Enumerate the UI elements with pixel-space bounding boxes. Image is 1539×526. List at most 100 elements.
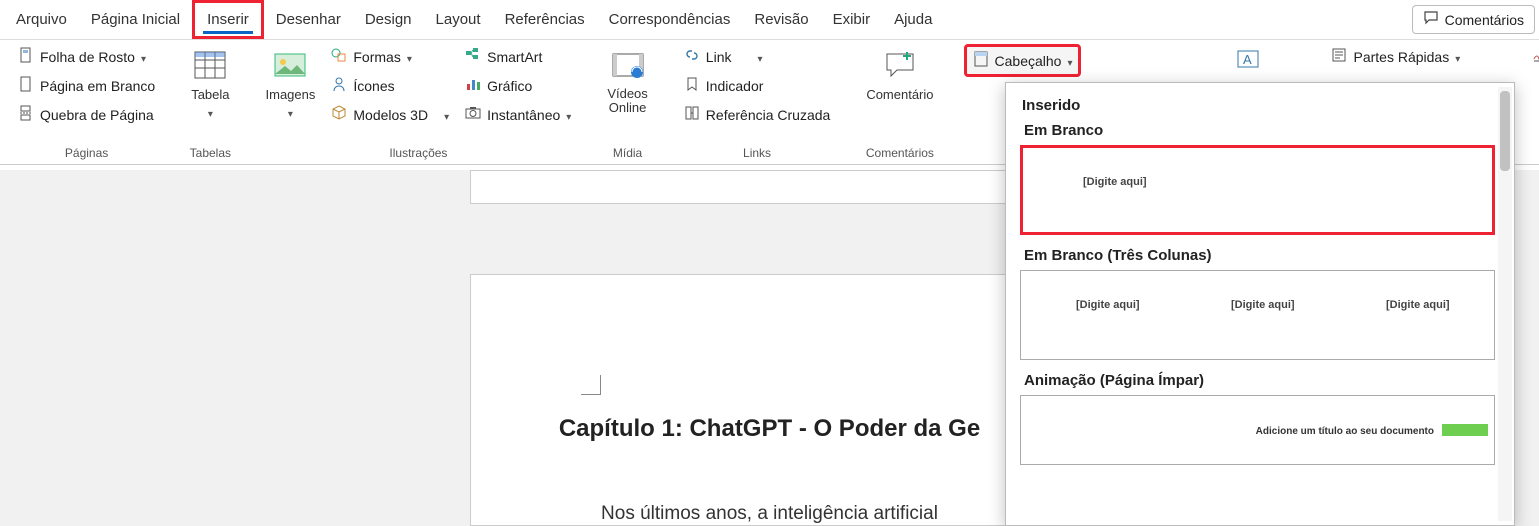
gallery-blank3-title: Em Branco (Três Colunas) — [1024, 247, 1502, 264]
video-icon — [611, 48, 645, 85]
svg-text:A: A — [1243, 52, 1252, 67]
bookmark-button[interactable]: Indicador — [678, 73, 837, 98]
header-gallery: Inserido Em Branco [Digite aqui] Em Bran… — [1005, 82, 1515, 526]
gallery-scrollbar[interactable] — [1498, 87, 1512, 521]
quick-parts-label: Partes Rápidas — [1353, 49, 1449, 65]
document-page-prev[interactable] — [470, 170, 1070, 204]
link-icon — [684, 47, 700, 66]
chevron-down-icon — [1455, 49, 1460, 65]
icons-button[interactable]: Ícones — [325, 73, 455, 98]
gallery-blank3-placeholder-1: [Digite aqui] — [1076, 299, 1140, 311]
page-break-button[interactable]: Quebra de Página — [12, 102, 161, 127]
group-illustrations: Imagens Formas Ícones Modelos 3D — [254, 44, 584, 164]
screenshot-button[interactable]: Instantâneo — [459, 102, 577, 127]
tab-layout[interactable]: Layout — [424, 3, 493, 36]
link-label: Link — [706, 49, 732, 65]
bookmark-icon — [684, 76, 700, 95]
gallery-option-anim[interactable]: Adicione um título ao seu documento — [1020, 395, 1495, 465]
gallery-anim-accent-bar — [1442, 424, 1488, 436]
models3d-button[interactable]: Modelos 3D — [325, 102, 455, 127]
tab-design[interactable]: Design — [353, 3, 424, 36]
comment-label: Comentário — [866, 87, 933, 102]
table-label: Tabela — [191, 87, 229, 102]
crossref-label: Referência Cruzada — [706, 107, 831, 123]
chevron-down-icon — [407, 49, 412, 65]
shapes-label: Formas — [353, 49, 400, 65]
cover-page-button[interactable]: Folha de Rosto — [12, 44, 161, 69]
table-button[interactable]: Tabela — [185, 44, 235, 124]
icons-icon — [331, 76, 347, 95]
online-videos-button[interactable]: Vídeos Online — [601, 44, 653, 120]
group-media-label: Mídia — [601, 144, 653, 164]
page-break-icon — [18, 105, 34, 124]
gallery-option-blank3[interactable]: [Digite aqui] [Digite aqui] [Digite aqui… — [1020, 270, 1495, 360]
header-label: Cabeçalho — [995, 53, 1062, 69]
table-icon — [193, 48, 227, 85]
header-icon — [973, 51, 989, 70]
tab-mailings[interactable]: Correspondências — [597, 3, 743, 36]
smartart-icon — [465, 47, 481, 66]
page-break-label: Quebra de Página — [40, 107, 154, 123]
shapes-button[interactable]: Formas — [325, 44, 455, 69]
crossref-button[interactable]: Referência Cruzada — [678, 102, 837, 127]
group-comments: Comentário Comentários — [854, 44, 945, 164]
group-media: Vídeos Online Mídia — [595, 44, 659, 164]
group-links-label: Links — [678, 144, 837, 164]
chevron-down-icon — [141, 49, 146, 65]
crossref-icon — [684, 105, 700, 124]
icons-label: Ícones — [353, 78, 394, 94]
document-heading: Capítulo 1: ChatGPT - O Poder da Ge — [531, 415, 1009, 443]
chevron-down-icon — [566, 107, 571, 123]
comments-button[interactable]: Comentários — [1412, 5, 1535, 34]
group-tables-label: Tabelas — [185, 144, 235, 164]
link-button[interactable]: Link — [678, 44, 837, 69]
gallery-section-title: Inserido — [1022, 97, 1502, 114]
models3d-label: Modelos 3D — [353, 107, 428, 123]
chart-button[interactable]: Gráfico — [459, 73, 577, 98]
group-illustrations-label: Ilustrações — [260, 144, 578, 164]
signature-icon — [1532, 47, 1539, 66]
tab-home[interactable]: Página Inicial — [79, 3, 192, 36]
blank-page-button[interactable]: Página em Branco — [12, 73, 161, 98]
tab-view[interactable]: Exibir — [821, 3, 883, 36]
tab-references[interactable]: Referências — [493, 3, 597, 36]
chevron-down-icon — [1067, 53, 1072, 69]
chart-icon — [465, 76, 481, 95]
chevron-down-icon — [757, 49, 762, 65]
chevron-down-icon — [444, 107, 449, 123]
online-videos-label: Vídeos Online — [607, 87, 647, 116]
smartart-button[interactable]: SmartArt — [459, 44, 577, 69]
new-comment-icon — [883, 48, 917, 85]
quick-parts-button[interactable]: Partes Rápidas — [1325, 44, 1466, 69]
gallery-blank3-placeholder-2: [Digite aqui] — [1231, 299, 1295, 311]
shapes-icon — [331, 47, 347, 66]
signature-line-button[interactable]: Linha de Assi — [1526, 44, 1539, 69]
tab-file[interactable]: Arquivo — [4, 3, 79, 36]
blank-page-label: Página em Branco — [40, 78, 155, 94]
gallery-scrollbar-thumb[interactable] — [1500, 91, 1510, 171]
gallery-anim-title: Animação (Página Ímpar) — [1024, 372, 1502, 389]
tab-insert[interactable]: Inserir — [192, 0, 264, 39]
comment-button[interactable]: Comentário — [860, 44, 939, 106]
quick-parts-icon — [1331, 47, 1347, 66]
document-page[interactable]: Capítulo 1: ChatGPT - O Poder da Ge Nos … — [470, 274, 1070, 526]
gallery-blank-placeholder: [Digite aqui] — [1083, 176, 1147, 188]
chart-label: Gráfico — [487, 78, 532, 94]
document-paragraph: Nos últimos anos, a inteligência artific… — [531, 503, 1009, 525]
header-button[interactable]: Cabeçalho — [964, 44, 1082, 77]
tab-draw[interactable]: Desenhar — [264, 3, 353, 36]
pictures-button[interactable]: Imagens — [260, 44, 322, 124]
screenshot-label: Instantâneo — [487, 107, 560, 123]
cover-page-label: Folha de Rosto — [40, 49, 135, 65]
smartart-label: SmartArt — [487, 49, 542, 65]
textbox-icon: A — [1237, 48, 1259, 70]
gallery-option-blank[interactable]: [Digite aqui] — [1020, 145, 1495, 235]
blank-page-icon — [18, 76, 34, 95]
textbox-button[interactable]: A — [1231, 44, 1265, 74]
tab-review[interactable]: Revisão — [742, 3, 820, 36]
bookmark-label: Indicador — [706, 78, 764, 94]
tab-help[interactable]: Ajuda — [882, 3, 944, 36]
group-pages: Folha de Rosto Página em Branco Quebra d… — [6, 44, 167, 164]
comments-button-label: Comentários — [1445, 12, 1524, 28]
chevron-down-icon — [288, 104, 293, 120]
